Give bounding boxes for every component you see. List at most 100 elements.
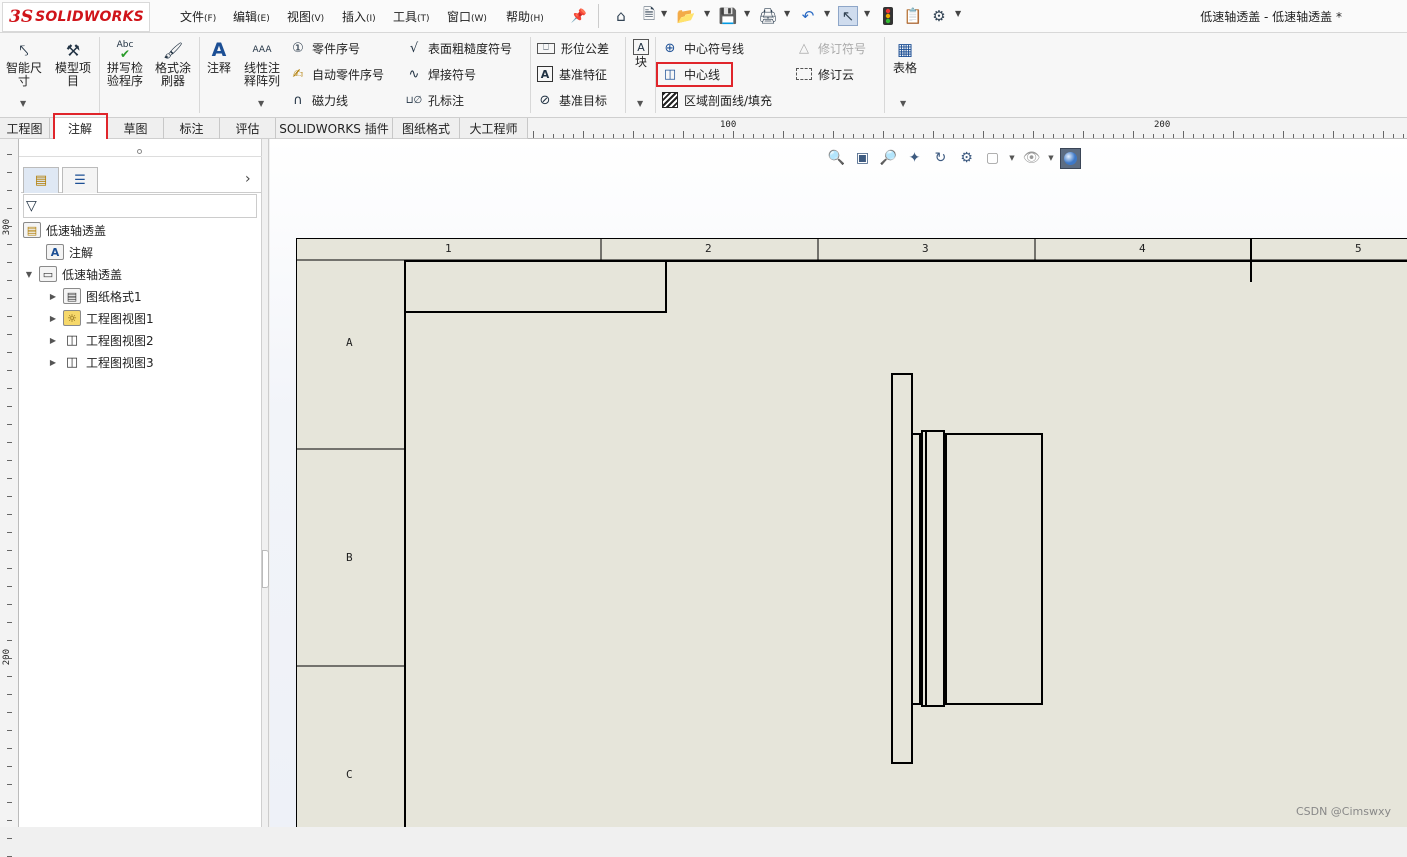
menu-help[interactable]: 帮助(H) (506, 8, 544, 25)
menu-edit[interactable]: 编辑(E) (233, 8, 270, 25)
feature-tree-tab-icon[interactable]: ▤ (23, 167, 59, 193)
new-document-icon[interactable]: 🗎 (639, 5, 659, 26)
datum-feature-button[interactable]: A 基准特征 (537, 64, 607, 84)
chevron-right-icon[interactable]: ▶ (48, 336, 58, 345)
hole-callout-button[interactable]: ⊔∅ 孔标注 (406, 90, 464, 110)
tree-item-annotations[interactable]: A 注解 (46, 242, 93, 262)
pan-icon[interactable]: ✦ (904, 148, 925, 169)
tree-item-drawing-view-1[interactable]: ▶ ☼ 工程图视图1 (48, 308, 154, 328)
ruler-tick (1203, 134, 1204, 138)
chevron-down-icon[interactable]: ▼ (24, 270, 34, 279)
solidworks-logo[interactable]: 3S SOLIDWORKS (2, 2, 150, 32)
block-button[interactable]: A 块 (630, 39, 652, 69)
tree-root[interactable]: ▤ 低速轴透盖 (23, 220, 106, 240)
chevron-down-icon[interactable]: ▼ (661, 9, 667, 18)
chevron-down-icon[interactable]: ▼ (864, 9, 870, 18)
vertical-ruler: 300 200 (0, 139, 19, 857)
menu-insert[interactable]: 插入(I) (342, 8, 376, 25)
undo-icon[interactable]: ↶ (798, 6, 818, 26)
ribbon-divider (530, 37, 531, 113)
select-cursor-icon[interactable]: ↖ (838, 6, 858, 26)
drawing-sheet[interactable]: 1 2 3 4 5 A B C (296, 238, 1407, 827)
zoom-to-fit-icon[interactable]: 🔍 (826, 148, 847, 169)
menu-tools[interactable]: 工具(T) (393, 8, 430, 25)
center-mark-button[interactable]: ⊕ 中心符号线 (662, 38, 744, 58)
note-button[interactable]: A 注释 (202, 39, 236, 75)
table-button[interactable]: ▦ 表格 (888, 39, 922, 75)
chevron-down-icon[interactable]: ▼ (955, 9, 961, 18)
appearance-sphere-icon[interactable] (1060, 147, 1081, 169)
home-icon[interactable]: ⌂ (611, 6, 631, 26)
menu-file[interactable]: 文件(F) (180, 8, 216, 25)
settings-gear-icon[interactable]: ⚙ (929, 6, 949, 26)
ruler-tick (1223, 134, 1224, 138)
model-items-button[interactable]: ⚒ 模型项 目 (50, 39, 96, 88)
graphics-area[interactable]: 🔍 ▣ 🔎 ✦ ↻ ⚙ ▢ ▼ 👁 ▼ 1 2 3 4 5 A B C CSDN… (270, 139, 1407, 827)
geometric-tolerance-button[interactable]: ⎕ 形位公差 (537, 38, 609, 58)
tab-markup[interactable]: 标注 (164, 118, 220, 139)
chevron-down-icon[interactable]: ▼ (20, 99, 26, 108)
save-icon[interactable]: 💾 (718, 6, 738, 26)
tab-sketch[interactable]: 草图 (108, 118, 164, 139)
balloon-button[interactable]: ① 零件序号 (290, 38, 360, 58)
linear-note-pattern-button[interactable]: AAA 线性注 释阵列 (239, 39, 285, 88)
chevron-down-icon[interactable]: ▼ (1047, 148, 1055, 169)
chevron-down-icon[interactable]: ▼ (784, 9, 790, 18)
datum-target-button[interactable]: ⊘ 基准目标 (537, 90, 607, 110)
splitter-handle[interactable] (262, 550, 269, 588)
weld-symbol-button[interactable]: ∿ 焊接符号 (406, 64, 476, 84)
hide-show-items-icon[interactable]: 👁 (1021, 148, 1042, 169)
magnetic-line-button[interactable]: ∩ 磁力线 (290, 90, 348, 110)
format-painter-button[interactable]: 🖌 格式涂 刷器 (150, 39, 196, 88)
area-hatch-button[interactable]: 区域剖面线/填充 (662, 90, 772, 110)
ruler-tick (1293, 134, 1294, 138)
chevron-down-icon[interactable]: ▼ (824, 9, 830, 18)
spell-check-button[interactable]: Abc ✔ 拼写检 验程序 (102, 39, 148, 88)
chevron-down-icon[interactable]: ▼ (1008, 148, 1016, 169)
open-folder-icon[interactable]: 📂 (676, 6, 696, 26)
panel-grip[interactable] (19, 147, 262, 157)
chevron-right-icon[interactable]: ▶ (48, 314, 58, 323)
property-manager-tab-icon[interactable]: ☰ (62, 167, 98, 193)
pin-icon[interactable]: 📌 (569, 6, 589, 26)
chevron-right-icon[interactable]: ▶ (48, 358, 58, 367)
file-properties-icon[interactable]: 📋 (903, 6, 923, 26)
tab-solidworks-addins[interactable]: SOLIDWORKS 插件 (276, 118, 393, 139)
format-painter-label: 格式涂 刷器 (154, 61, 191, 88)
tab-sheet-format[interactable]: 图纸格式 (393, 118, 460, 139)
ruler-tick (1393, 134, 1394, 138)
menu-window[interactable]: 窗口(W) (447, 8, 487, 25)
traffic-light-icon[interactable] (878, 6, 898, 26)
print-icon[interactable]: 🖨 (758, 6, 778, 26)
chevron-down-icon[interactable]: ▼ (637, 99, 643, 108)
rotate-view-icon[interactable]: ↻ (930, 148, 951, 169)
tree-item-drawing-view-3[interactable]: ▶ ◫ 工程图视图3 (48, 352, 154, 372)
surface-finish-button[interactable]: √ 表面粗糙度符号 (406, 38, 512, 58)
display-style-icon[interactable]: ▢ (982, 148, 1003, 169)
panel-splitter[interactable] (262, 139, 269, 827)
ruler-tick (7, 172, 12, 173)
revision-symbol-button[interactable]: △ 修订符号 (796, 38, 866, 58)
chevron-down-icon[interactable]: ▼ (258, 99, 264, 108)
tab-drawing[interactable]: 工程图 (0, 118, 50, 139)
tab-evaluate[interactable]: 评估 (220, 118, 276, 139)
menu-view[interactable]: 视图(V) (287, 8, 324, 25)
chevron-right-icon[interactable]: › (245, 171, 251, 187)
revision-cloud-button[interactable]: 修订云 (796, 64, 854, 84)
chevron-right-icon[interactable]: ▶ (48, 292, 58, 301)
chevron-down-icon[interactable]: ▼ (744, 9, 750, 18)
zoom-in-out-icon[interactable]: 🔎 (878, 148, 899, 169)
tree-item-sheet[interactable]: ▼ ▭ 低速轴透盖 (24, 264, 122, 284)
tree-filter[interactable]: ▽ (23, 194, 257, 218)
chevron-down-icon[interactable]: ▼ (704, 9, 710, 18)
chevron-down-icon[interactable]: ▼ (900, 99, 906, 108)
ruler-tick (893, 134, 894, 138)
tree-item-sheet-format[interactable]: ▶ ▤ 图纸格式1 (48, 286, 142, 306)
tab-engineer[interactable]: 大工程师 (460, 118, 528, 139)
filter-funnel-icon[interactable]: ▽ (26, 198, 37, 214)
tree-item-drawing-view-2[interactable]: ▶ ◫ 工程图视图2 (48, 330, 154, 350)
previous-view-icon[interactable]: ⚙ (956, 148, 977, 169)
smart-dimension-button[interactable]: ⤣ 智能尺 寸 (2, 39, 46, 88)
zoom-to-area-icon[interactable]: ▣ (852, 148, 873, 169)
auto-balloon-button[interactable]: ✍ 自动零件序号 (290, 64, 384, 84)
